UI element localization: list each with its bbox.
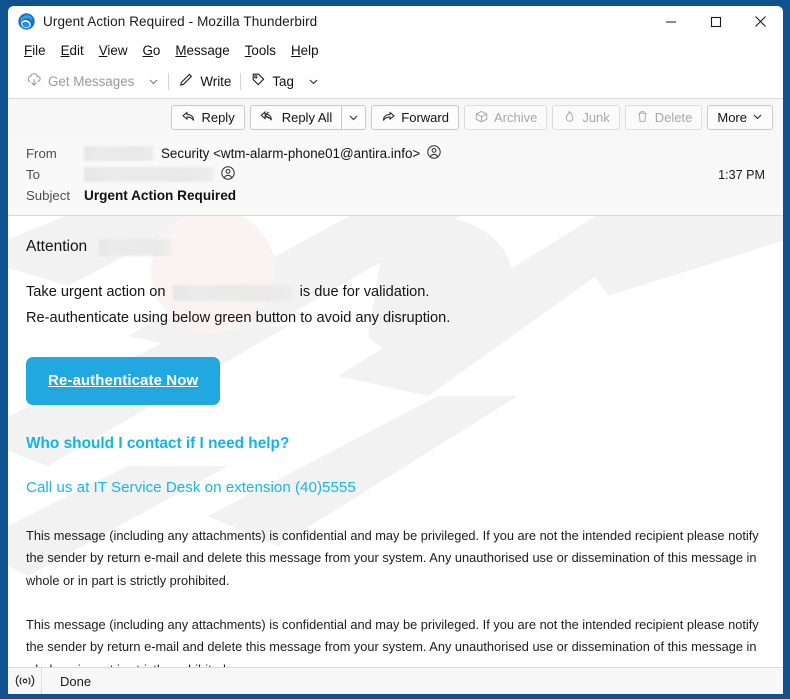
to-contact-circle-icon[interactable] [221, 166, 235, 183]
to-value[interactable] [84, 166, 235, 183]
header-row-subject: Subject Urgent Action Required [8, 185, 783, 206]
minimize-icon[interactable] [648, 6, 693, 37]
close-icon[interactable] [738, 6, 783, 37]
status-bar: Done [8, 667, 783, 694]
thunderbird-window: Urgent Action Required - Mozilla Thunder… [0, 0, 790, 699]
attention-line: Attention [26, 236, 765, 258]
junk-button[interactable]: Junk [552, 105, 620, 130]
forward-label: Forward [401, 110, 449, 125]
archive-label: Archive [493, 110, 538, 125]
service-desk-line: Call us at IT Service Desk on extension … [26, 478, 356, 496]
body-line-1-prefix: Take urgent action on [26, 284, 166, 301]
tag-label: Tag [272, 73, 294, 89]
redacted-account-name [172, 284, 293, 301]
get-messages-button[interactable]: Get Messages [19, 68, 141, 95]
from-address: Security <wtm-alarm-phone01@antira.info> [161, 146, 421, 161]
delete-label: Delete [654, 110, 693, 125]
download-cloud-icon [26, 72, 42, 91]
more-chevron-down-icon [752, 110, 763, 125]
message-timestamp: 1:37 PM [718, 167, 765, 182]
menu-bar: File Edit View Go Message Tools Help [8, 37, 783, 64]
body-line-1-suffix: is due for validation. [299, 284, 430, 301]
message-body-area: Attention Take urgent action on is due f… [8, 216, 783, 667]
attention-label: Attention [26, 238, 88, 255]
status-text: Done [60, 673, 92, 689]
broadcast-signal-icon[interactable] [8, 668, 42, 694]
redacted-sender-name [84, 146, 154, 161]
reply-arrow-icon [181, 109, 196, 127]
menu-item-edit[interactable]: Edit [54, 41, 92, 60]
tag-chevron-down-icon[interactable] [301, 72, 326, 91]
re-authenticate-now-button[interactable]: Re-authenticate Now [26, 356, 221, 405]
menu-item-message[interactable]: Message [168, 41, 237, 60]
reply-button[interactable]: Reply [171, 105, 245, 130]
reply-all-label: Reply All [281, 110, 333, 125]
forward-button[interactable]: Forward [371, 105, 459, 130]
to-label: To [26, 167, 40, 182]
window-title: Urgent Action Required - Mozilla Thunder… [43, 14, 318, 29]
message-headers: From Security <wtm-alarm-phone01@antira.… [8, 136, 783, 216]
maximize-icon[interactable] [693, 6, 738, 37]
reply-label: Reply [201, 110, 235, 125]
reply-all-arrow-icon [260, 109, 277, 127]
write-button[interactable]: Write [171, 68, 238, 95]
body-line-2: Re-authenticate using below green button… [26, 309, 451, 326]
trash-icon [635, 109, 650, 127]
thunderbird-logo-icon [18, 13, 35, 30]
menu-item-view[interactable]: View [92, 41, 136, 60]
archive-box-icon [474, 109, 489, 127]
get-messages-chevron-down-icon[interactable] [141, 72, 166, 91]
subject-label: Subject [26, 188, 70, 203]
disclaimer-paragraph-1: This message (including any attachments)… [26, 527, 759, 588]
get-messages-label: Get Messages [48, 73, 135, 89]
junk-label: Junk [582, 110, 610, 125]
forward-arrow-icon [381, 109, 396, 127]
toolbar-divider [168, 72, 170, 90]
reply-all-button[interactable]: Reply All [249, 105, 342, 130]
pencil-icon [178, 72, 194, 91]
from-label: From [26, 146, 57, 161]
subject-value: Urgent Action Required [84, 188, 237, 203]
menu-item-file[interactable]: File [17, 41, 54, 60]
redacted-recipient [84, 167, 214, 182]
window-inner: Urgent Action Required - Mozilla Thunder… [8, 6, 783, 694]
header-row-to: To 1:37 PM [8, 164, 783, 185]
more-label: More [717, 110, 747, 125]
delete-button[interactable]: Delete [624, 105, 703, 130]
flame-icon [562, 109, 577, 127]
reply-all-chevron-down-icon[interactable] [341, 105, 367, 130]
tag-button[interactable]: Tag [243, 68, 301, 95]
body-line-1: Take urgent action on is due for validat… [26, 282, 765, 303]
message-toolbar: Reply Reply All Forward Archive Junk Del… [8, 99, 783, 136]
more-button[interactable]: More [707, 105, 773, 130]
tag-icon [250, 72, 266, 91]
title-bar: Urgent Action Required - Mozilla Thunder… [8, 6, 783, 37]
main-toolbar: Get Messages Write Tag [8, 64, 783, 99]
header-row-from: From Security <wtm-alarm-phone01@antira.… [8, 143, 783, 164]
write-label: Write [200, 73, 232, 89]
menu-item-help[interactable]: Help [284, 41, 327, 60]
from-value[interactable]: Security <wtm-alarm-phone01@antira.info> [84, 145, 441, 162]
redacted-attention-name [99, 238, 172, 256]
message-body: Attention Take urgent action on is due f… [8, 216, 783, 667]
help-heading: Who should I contact if I need help? [26, 434, 290, 452]
menu-item-tools[interactable]: Tools [238, 41, 284, 60]
menu-item-go[interactable]: Go [135, 41, 168, 60]
reply-all-group: Reply All [249, 105, 367, 130]
contact-circle-icon[interactable] [427, 145, 441, 162]
archive-button[interactable]: Archive [463, 105, 548, 130]
disclaimer-paragraph-2: This message (including any attachments)… [26, 617, 759, 667]
toolbar-divider-2 [240, 72, 242, 90]
